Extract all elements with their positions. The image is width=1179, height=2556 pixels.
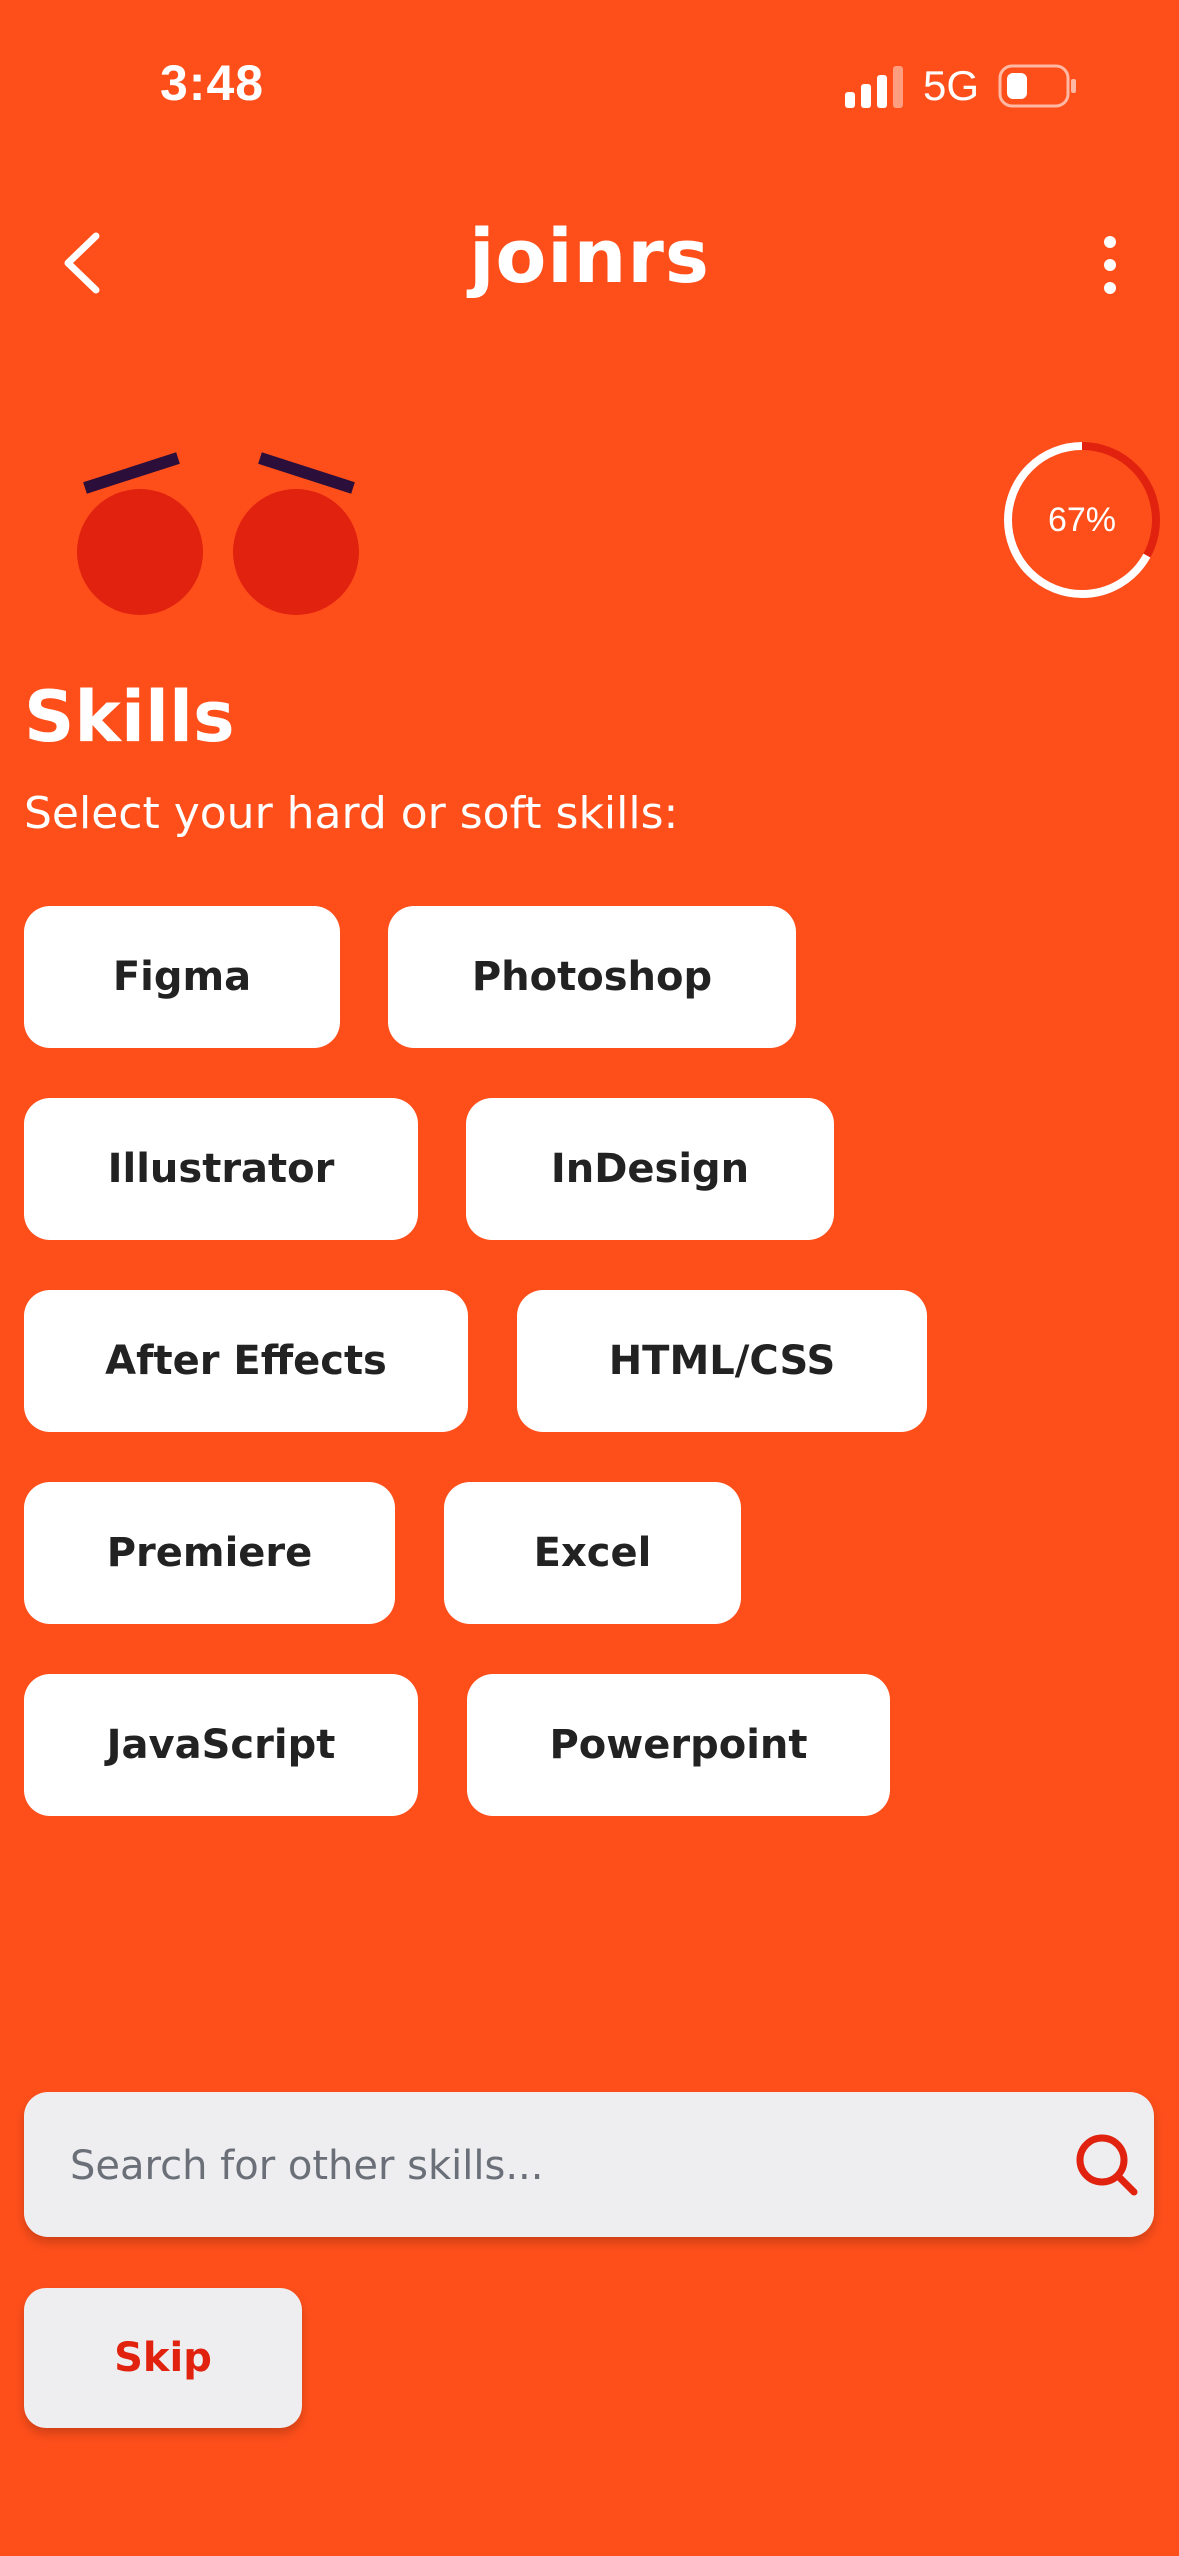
battery-low-icon — [998, 64, 1076, 108]
progress-label: 67% — [1047, 500, 1117, 539]
page-title: Skills — [24, 676, 235, 758]
skill-chip-javascript[interactable]: JavaScript — [24, 1674, 418, 1816]
top-nav: joinrs — [0, 200, 1179, 320]
search-icon[interactable] — [1072, 2130, 1142, 2200]
search-input[interactable] — [68, 2092, 1032, 2239]
skill-chip-figma[interactable]: Figma — [24, 906, 340, 1048]
skill-chip-premiere[interactable]: Premiere — [24, 1482, 395, 1624]
skill-chip-photoshop[interactable]: Photoshop — [388, 906, 796, 1048]
skill-chip-powerpoint[interactable]: Powerpoint — [467, 1674, 890, 1816]
network-label: 5G — [923, 62, 980, 109]
cellular-signal-icon — [845, 66, 903, 108]
skill-chip-excel[interactable]: Excel — [444, 1482, 741, 1624]
status-time: 3:48 — [160, 55, 265, 111]
mascot-eyes-illustration — [77, 452, 359, 615]
skill-chip-after-effects[interactable]: After Effects — [24, 1290, 468, 1432]
app-logo: joinrs — [469, 214, 710, 300]
skill-chip-html-css[interactable]: HTML/CSS — [517, 1290, 927, 1432]
skill-chip-illustrator[interactable]: Illustrator — [24, 1098, 418, 1240]
skill-chip-indesign[interactable]: InDesign — [466, 1098, 834, 1240]
more-vertical-icon[interactable] — [1090, 230, 1130, 300]
profile-progress-ring: 67% — [1000, 438, 1164, 602]
status-bar: 3:48 5G — [0, 0, 1179, 180]
skill-search-bar — [24, 2092, 1154, 2239]
page-subtitle: Select your hard or soft skills: — [24, 788, 679, 839]
skip-button[interactable]: Skip — [24, 2288, 302, 2428]
